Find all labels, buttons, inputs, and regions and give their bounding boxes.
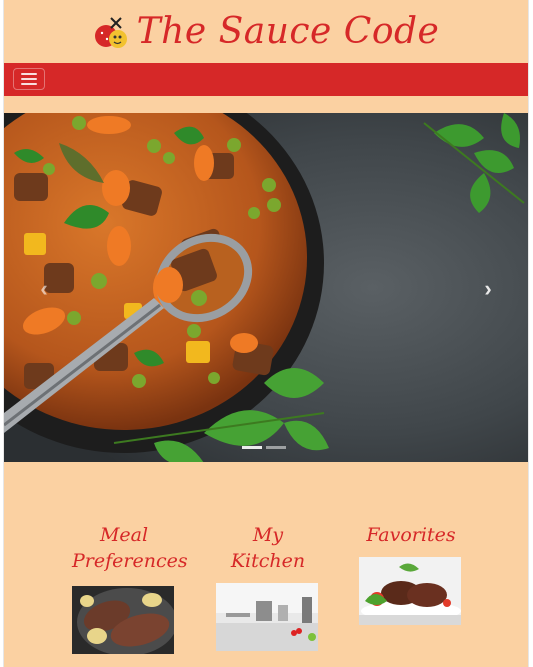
- navbar: [4, 63, 528, 96]
- site-header: The Sauce Code: [4, 0, 528, 62]
- steak-plate-icon[interactable]: [72, 586, 176, 654]
- card-title-line: Preferences: [72, 550, 188, 572]
- grilled-meat-icon[interactable]: [359, 557, 463, 625]
- card-title: Favorites: [359, 522, 463, 548]
- card-my-kitchen[interactable]: My Kitchen: [216, 522, 320, 651]
- hamburger-menu-icon[interactable]: [13, 68, 45, 90]
- card-favorites[interactable]: Favorites: [359, 522, 463, 625]
- card-title-line: Favorites: [366, 524, 456, 546]
- stew-pan-image: [4, 113, 528, 462]
- hero-carousel[interactable]: ‹ ›: [4, 113, 528, 462]
- card-title: My Kitchen: [216, 522, 320, 574]
- site-title[interactable]: The Sauce Code: [137, 11, 440, 52]
- chevron-left-icon[interactable]: ‹: [34, 276, 54, 301]
- card-title-line: Meal: [99, 524, 149, 546]
- sauce-logo-icon[interactable]: [93, 16, 129, 52]
- page: The Sauce Code ‹ › Meal Preferences My K…: [3, 0, 529, 667]
- card-title-line: My Kitchen: [230, 524, 306, 572]
- card-meal-preferences[interactable]: Meal Preferences: [72, 522, 188, 654]
- card-title: Meal Preferences: [72, 522, 188, 574]
- chevron-right-icon[interactable]: ›: [478, 276, 498, 301]
- kitchen-photo-icon[interactable]: [216, 583, 320, 651]
